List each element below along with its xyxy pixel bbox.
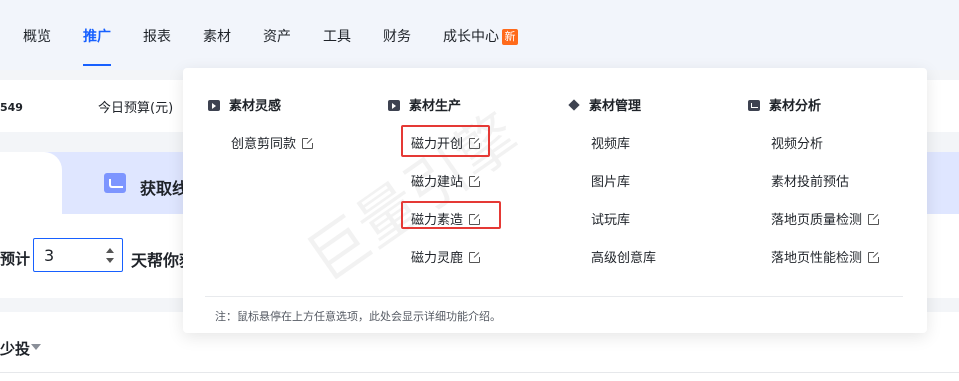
leads-icon xyxy=(104,173,126,193)
nav-item-growth-center[interactable]: 成长中心新 xyxy=(443,26,518,46)
caret-down-icon[interactable] xyxy=(31,344,41,350)
menu-item-video-analysis[interactable]: 视频分析 xyxy=(771,133,823,152)
external-link-icon xyxy=(868,251,881,263)
nav-item-reports[interactable]: 报表 xyxy=(143,26,171,46)
menu-item-image-library[interactable]: 图片库 xyxy=(591,171,630,190)
new-badge: 新 xyxy=(502,29,518,45)
highlight-box-suzao xyxy=(401,201,501,229)
menu-item-advanced-creative-library[interactable]: 高级创意库 xyxy=(591,247,656,266)
tab-get-leads[interactable]: 获取线 xyxy=(140,175,188,199)
nav-item-promotion[interactable]: 推广 xyxy=(83,26,111,46)
menu-item-playable-library[interactable]: 试玩库 xyxy=(591,209,630,228)
diamond-icon xyxy=(568,99,580,111)
days-stepper-value: 3 xyxy=(44,246,55,265)
menu-item-landing-quality-check[interactable]: 落地页质量检测 xyxy=(771,209,881,228)
chart-icon xyxy=(748,100,760,111)
column-header-analysis: 素材分析 xyxy=(748,95,821,114)
today-budget-label: 今日预算(元) xyxy=(98,101,174,116)
section-label[interactable]: 少投 xyxy=(0,338,30,359)
menu-item-cili-linglu[interactable]: 磁力灵鹿 xyxy=(411,247,482,266)
play-icon xyxy=(208,100,220,111)
external-link-icon xyxy=(469,175,482,187)
external-link-icon xyxy=(302,137,315,149)
divider xyxy=(0,372,959,373)
column-header-production: 素材生产 xyxy=(388,95,461,114)
nav-item-assets[interactable]: 资产 xyxy=(263,26,291,46)
play-square-icon xyxy=(388,100,400,111)
nav-item-materials[interactable]: 素材 xyxy=(203,26,231,46)
days-stepper[interactable]: 3 xyxy=(33,238,123,272)
dropdown-divider xyxy=(205,296,903,297)
column-header-inspiration: 素材灵感 xyxy=(208,95,281,114)
menu-item-video-library[interactable]: 视频库 xyxy=(591,133,630,152)
nav-item-finance[interactable]: 财务 xyxy=(383,26,411,46)
external-link-icon xyxy=(469,251,482,263)
menu-item-cili-jianzhan[interactable]: 磁力建站 xyxy=(411,171,482,190)
menu-item-landing-performance-check[interactable]: 落地页性能检测 xyxy=(771,247,881,266)
menu-item-material-pre-estimate[interactable]: 素材投前预估 xyxy=(771,171,849,190)
highlight-box-kaichuang xyxy=(401,125,490,157)
stat-value: 549 xyxy=(0,101,23,114)
column-header-management: 素材管理 xyxy=(568,95,641,114)
stepper-down-icon[interactable] xyxy=(106,258,114,263)
nav-item-tools[interactable]: 工具 xyxy=(323,26,351,46)
nav-item-growth-center-label: 成长中心 xyxy=(443,29,499,45)
tab-active[interactable] xyxy=(0,152,62,214)
predict-prefix: 预计 xyxy=(0,250,31,268)
dropdown-note: 注：鼠标悬停在上方任意选项，此处会显示详细功能介绍。 xyxy=(215,310,501,323)
external-link-icon xyxy=(868,213,881,225)
menu-item-creative-clip[interactable]: 创意剪同款 xyxy=(231,133,315,152)
nav-active-underline xyxy=(83,64,111,66)
stepper-up-icon[interactable] xyxy=(106,248,114,253)
nav-item-overview[interactable]: 概览 xyxy=(23,26,51,46)
